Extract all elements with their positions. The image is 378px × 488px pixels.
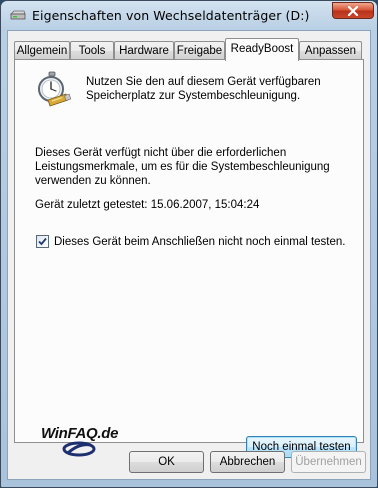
dialog-client-area: Allgemein Tools Hardware Freigabe ReadyB… xyxy=(7,30,371,480)
readyboost-panel: Nutzen Sie den auf diesem Gerät verfügba… xyxy=(14,59,364,458)
properties-window: Eigenschaften von Wechseldatenträger (D:… xyxy=(0,0,378,488)
info-text-line-3: verwenden zu können. xyxy=(35,175,151,187)
no-retest-checkbox[interactable] xyxy=(36,235,49,248)
title-bar[interactable]: Eigenschaften von Wechseldatenträger (D:… xyxy=(1,1,377,31)
tab-readyboost[interactable]: ReadyBoost xyxy=(225,38,299,61)
info-text-line-1: Dieses Gerät verfügt nicht über die erfo… xyxy=(35,147,287,159)
close-icon xyxy=(347,6,359,16)
cancel-button[interactable]: Abbrechen xyxy=(210,451,285,473)
drive-icon xyxy=(10,10,26,20)
checkmark-icon xyxy=(38,237,47,246)
no-retest-label[interactable]: Dieses Gerät beim Anschließen nicht noch… xyxy=(54,235,345,249)
last-tested-text: Gerät zuletzt getestet: 15.06.2007, 15:0… xyxy=(35,199,260,211)
intro-text-line-2: Speicherplatz zur Systembeschleunigung. xyxy=(86,90,301,102)
tab-allgemein[interactable]: Allgemein xyxy=(14,41,70,60)
window-title: Eigenschaften von Wechseldatenträger (D:… xyxy=(32,8,310,23)
ok-button[interactable]: OK xyxy=(129,451,204,473)
tab-strip: Allgemein Tools Hardware Freigabe ReadyB… xyxy=(14,38,364,61)
tab-freigabe[interactable]: Freigabe xyxy=(174,41,225,60)
winfaq-logo-text: WinFAQ.de xyxy=(41,425,119,442)
tab-anpassen[interactable]: Anpassen xyxy=(299,41,362,60)
tab-tools[interactable]: Tools xyxy=(70,41,114,60)
info-text-line-2: Leistungsmerkmale, um es für die Systemb… xyxy=(35,161,330,173)
stopwatch-icon xyxy=(38,71,72,107)
winfaq-watermark: WinFAQ.de xyxy=(41,425,137,459)
tab-hardware[interactable]: Hardware xyxy=(114,41,174,60)
close-button[interactable] xyxy=(332,2,374,19)
apply-button[interactable]: Übernehmen xyxy=(291,451,366,473)
intro-text-line-1: Nutzen Sie den auf diesem Gerät verfügba… xyxy=(86,76,321,88)
